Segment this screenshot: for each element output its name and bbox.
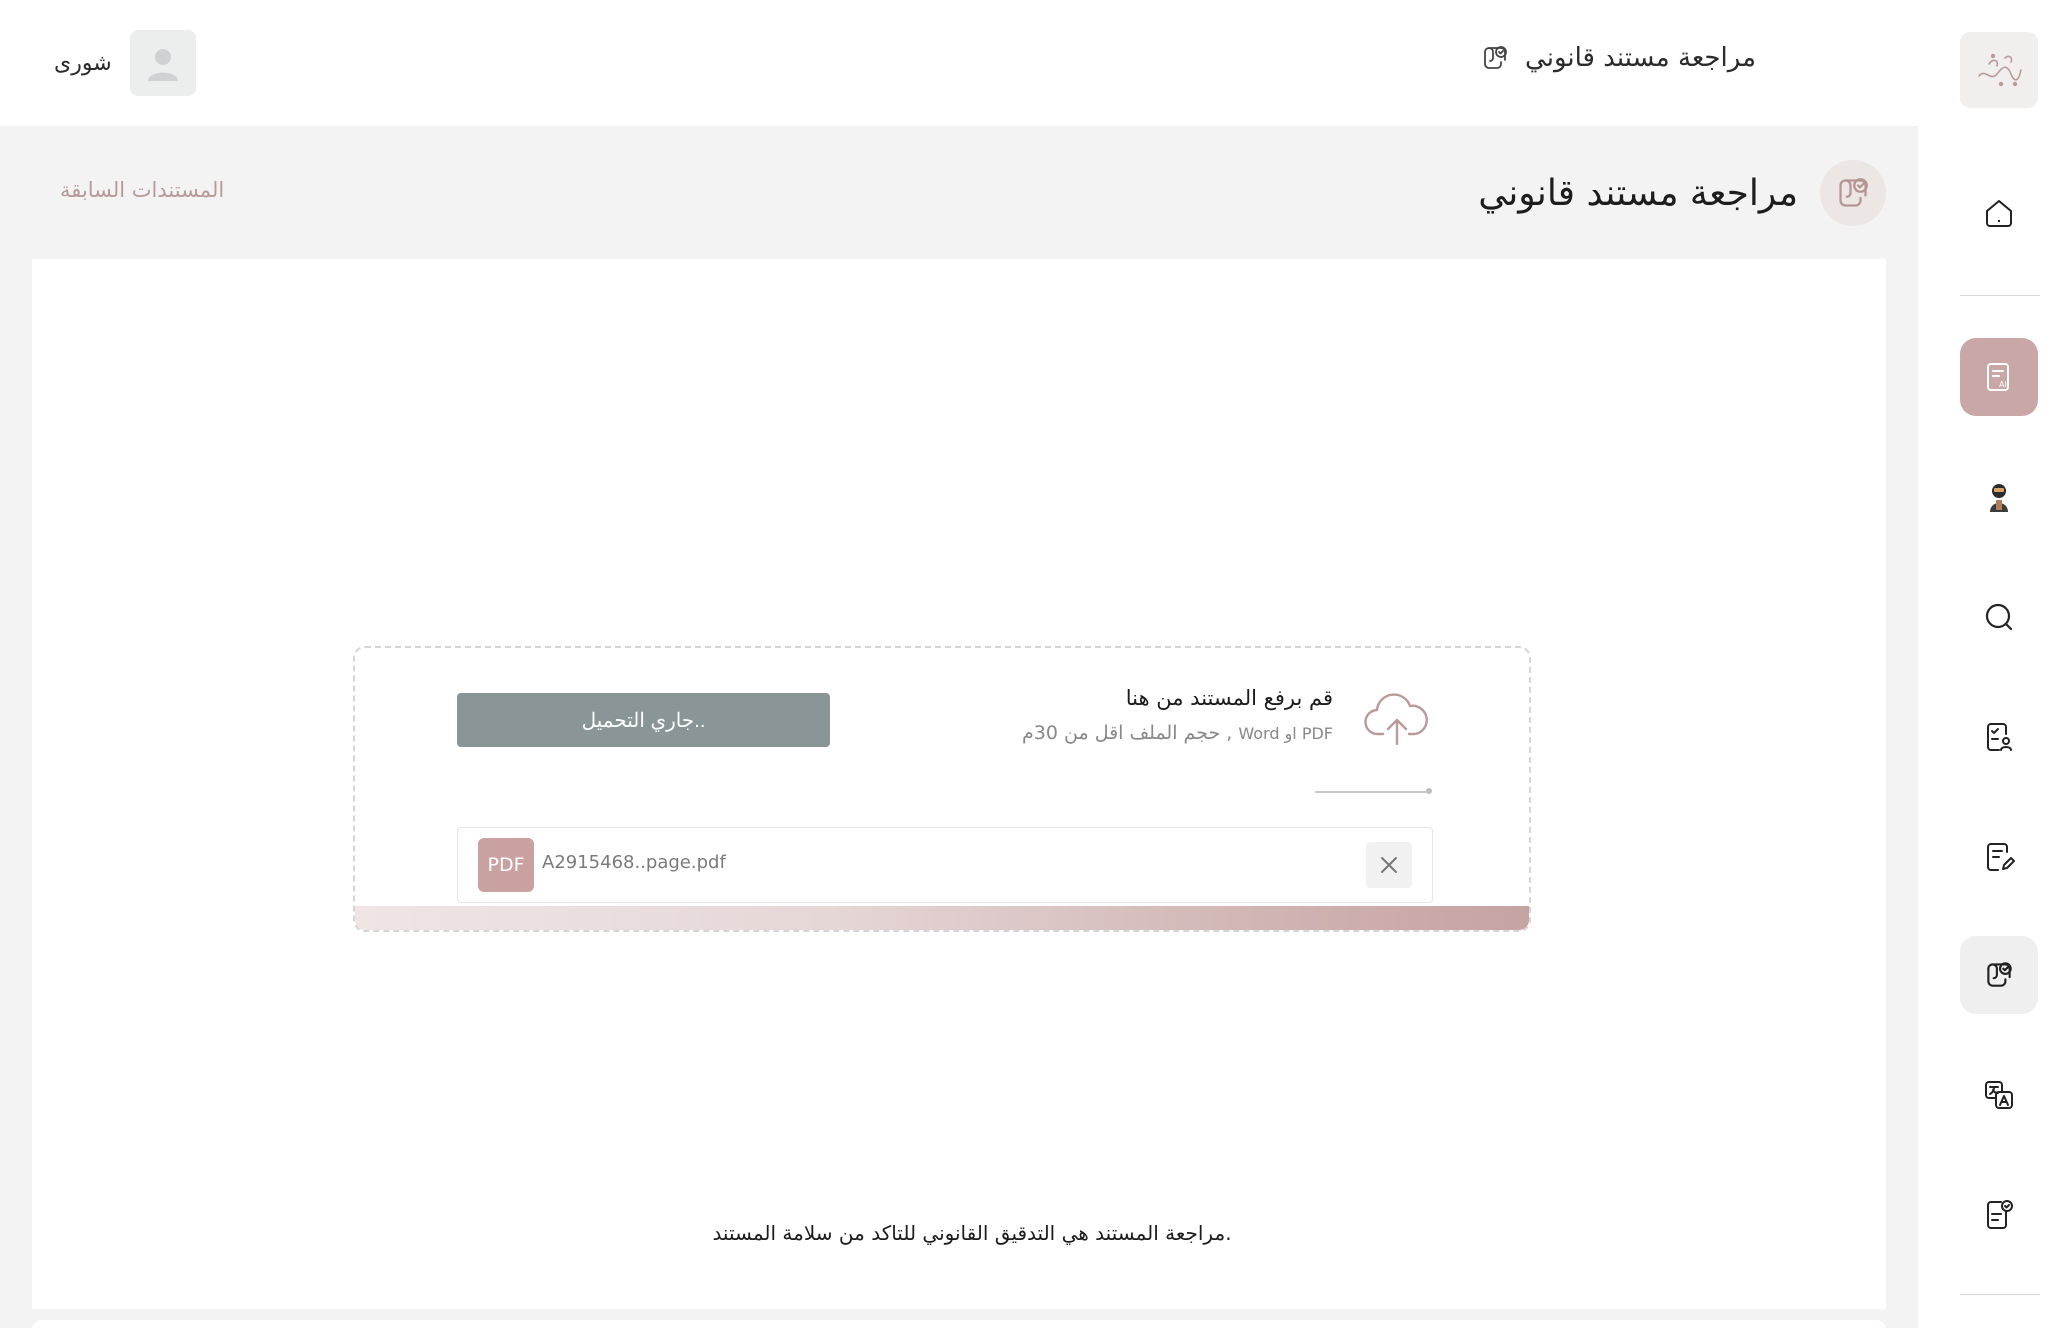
legal-review-icon bbox=[1484, 46, 1507, 69]
sidebar-item-search[interactable] bbox=[1960, 578, 2038, 656]
sidebar-item-translate[interactable] bbox=[1960, 1056, 2038, 1134]
legal-review-icon bbox=[1987, 962, 2012, 987]
sidebar: AI bbox=[1918, 0, 2052, 1328]
sidebar-item-checklist[interactable] bbox=[1960, 1176, 2038, 1254]
page-title: مراجعة مستند قانوني bbox=[1478, 172, 1798, 214]
close-icon bbox=[1381, 857, 1397, 873]
top-bar: شورى مراجعة مستند قانوني bbox=[0, 0, 1918, 126]
upload-hint-size: حجم الملف اقل من 30م , bbox=[1022, 722, 1233, 744]
main-area: المستندات السابقة مراجعة مستند قانوني قم… bbox=[0, 126, 1918, 1340]
document-user-icon bbox=[1987, 723, 2012, 751]
upload-progress-bar bbox=[355, 906, 1529, 930]
previous-documents-link[interactable]: المستندات السابقة bbox=[60, 178, 224, 202]
sidebar-divider bbox=[1960, 295, 2040, 296]
header-title: مراجعة مستند قانوني bbox=[1525, 43, 1756, 73]
shura-logo-icon bbox=[1978, 53, 2022, 87]
document-edit-icon bbox=[1987, 843, 2015, 871]
avatar[interactable] bbox=[129, 30, 196, 96]
page-icon bbox=[1820, 160, 1886, 226]
remove-file-button[interactable] bbox=[1366, 842, 1412, 888]
user-menu[interactable]: شورى bbox=[54, 30, 196, 96]
upload-dropzone[interactable]: قم برفع المستند من هنا حجم الملف اقل من … bbox=[353, 646, 1531, 932]
upload-step-indicator bbox=[1315, 788, 1432, 794]
translate-icon bbox=[1985, 1081, 2013, 1109]
upload-hint: حجم الملف اقل من 30م , Word او PDF bbox=[1022, 722, 1333, 744]
app-logo[interactable] bbox=[1960, 32, 2038, 108]
uploaded-file-row: PDF A2915468..page.pdf bbox=[457, 827, 1433, 903]
sidebar-item-legal-review[interactable] bbox=[1960, 936, 2038, 1014]
sidebar-divider bbox=[1960, 1294, 2040, 1295]
home-icon bbox=[1986, 200, 2012, 227]
upload-title: قم برفع المستند من هنا bbox=[1125, 686, 1333, 710]
page-description: مراجعة المستند هي التدقيق القانوني للتاك… bbox=[712, 1221, 1232, 1245]
uploading-button[interactable]: جاري التحميل.. bbox=[457, 693, 830, 747]
sidebar-item-ai-document[interactable]: AI bbox=[1960, 338, 2038, 416]
user-icon bbox=[147, 49, 178, 81]
sidebar-item-home[interactable] bbox=[1960, 174, 2038, 252]
assistant-avatar-icon bbox=[1990, 484, 2008, 512]
sidebar-item-document-user[interactable] bbox=[1960, 698, 2038, 776]
secondary-card bbox=[32, 1320, 1886, 1340]
upload-hint-types: Word او PDF bbox=[1238, 724, 1333, 743]
header-title-group: مراجعة مستند قانوني bbox=[1479, 42, 1756, 74]
cloud-upload-icon bbox=[1364, 693, 1428, 746]
page-header: مراجعة مستند قانوني bbox=[1478, 160, 1886, 226]
sidebar-item-document-edit[interactable] bbox=[1960, 818, 2038, 896]
file-name: A2915468..page.pdf bbox=[542, 852, 726, 873]
svg-text:AI: AI bbox=[1999, 380, 2007, 389]
pdf-file-icon: PDF bbox=[478, 838, 534, 892]
legal-review-icon bbox=[1839, 178, 1868, 207]
sidebar-item-assistant[interactable] bbox=[1960, 458, 2038, 536]
search-icon bbox=[1985, 603, 2013, 631]
content-card: قم برفع المستند من هنا حجم الملف اقل من … bbox=[32, 259, 1886, 1309]
checklist-icon bbox=[1987, 1200, 2013, 1229]
user-name: شورى bbox=[54, 50, 112, 76]
ai-document-icon: AI bbox=[1987, 363, 2009, 391]
